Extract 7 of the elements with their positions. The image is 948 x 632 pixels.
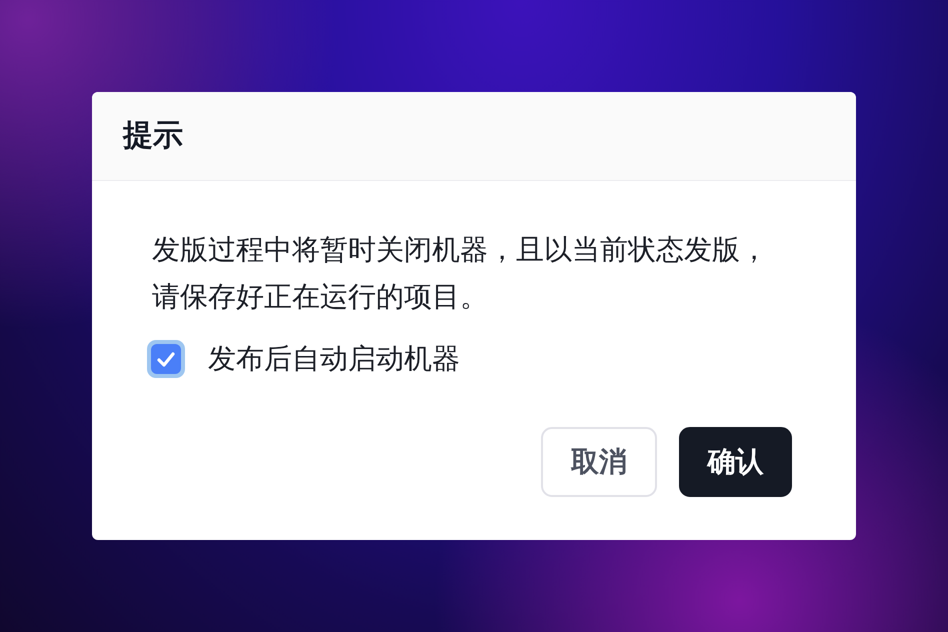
auto-start-checkbox[interactable] [147, 340, 185, 378]
checkmark-icon [157, 352, 175, 366]
confirm-button[interactable]: 确认 [679, 427, 792, 497]
dialog-message: 发版过程中将暂时关闭机器，且以当前状态发版， 请保存好正在运行的项目。 [152, 233, 768, 314]
cancel-button[interactable]: 取消 [541, 427, 657, 497]
dialog-title: 提示 [123, 118, 183, 154]
checkbox-label: 发布后自动启动机器 [208, 342, 460, 376]
